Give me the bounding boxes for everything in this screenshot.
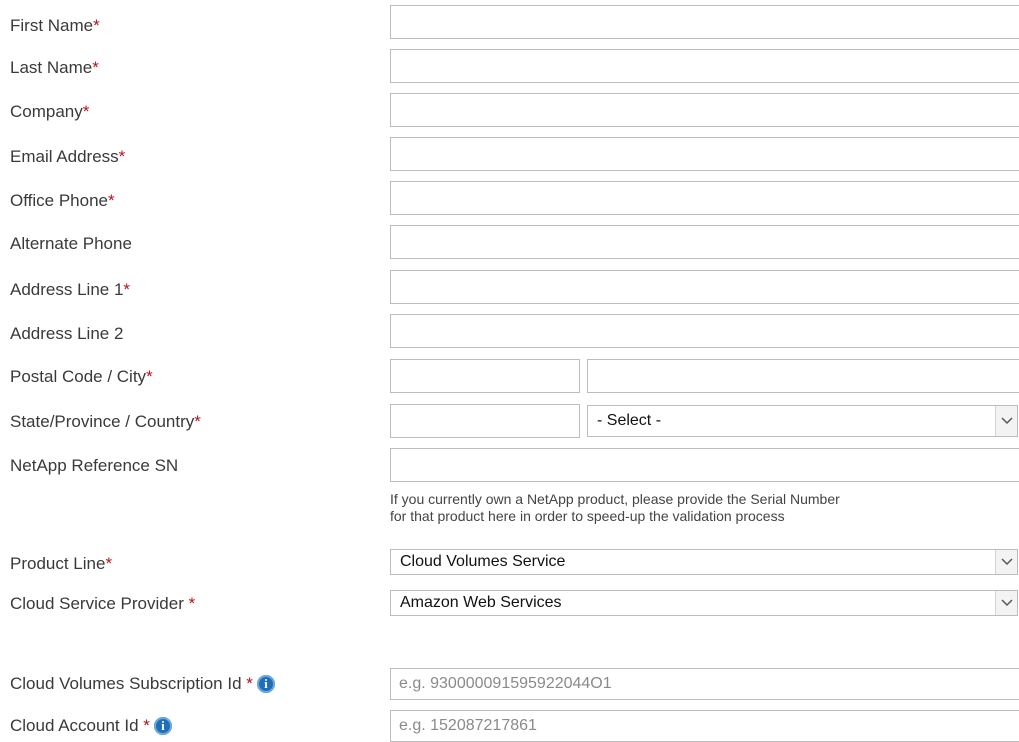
last-name-label: Last Name*: [10, 58, 99, 77]
address-line-1-input[interactable]: [390, 270, 1019, 304]
state-province-input[interactable]: [390, 404, 580, 438]
subscription-id-label: Cloud Volumes Subscription Id * i: [10, 674, 275, 694]
product-line-label: Product Line*: [10, 554, 113, 573]
country-select-value: - Select -: [597, 412, 662, 429]
cloud-provider-select-value: Amazon Web Services: [400, 594, 562, 611]
alternate-phone-label: Alternate Phone: [10, 234, 132, 253]
last-name-input[interactable]: [390, 49, 1019, 83]
subscription-id-input[interactable]: [390, 668, 1019, 700]
address-line-2-label: Address Line 2: [10, 324, 124, 343]
account-id-input[interactable]: [390, 710, 1019, 742]
office-phone-label: Office Phone*: [10, 191, 115, 210]
netapp-sn-label: NetApp Reference SN: [10, 456, 179, 475]
email-label: Email Address*: [10, 147, 126, 166]
company-input[interactable]: [390, 93, 1019, 127]
account-id-label: Cloud Account Id * i: [10, 716, 172, 736]
netapp-sn-help-line-1: If you currently own a NetApp product, p…: [390, 491, 840, 507]
city-input[interactable]: [587, 359, 1019, 393]
chevron-down-icon: [995, 591, 1017, 615]
info-icon[interactable]: i: [256, 675, 275, 693]
cloud-provider-select[interactable]: Amazon Web Services: [390, 590, 1018, 616]
netapp-sn-input[interactable]: [390, 448, 1019, 482]
postal-code-input[interactable]: [390, 359, 580, 393]
address-line-1-label: Address Line 1*: [10, 280, 131, 299]
cloud-provider-label: Cloud Service Provider *: [10, 594, 196, 613]
first-name-input[interactable]: [390, 5, 1019, 39]
address-line-2-input[interactable]: [390, 314, 1019, 348]
chevron-down-icon: [995, 550, 1017, 574]
netapp-sn-help-line-2: for that product here in order to speed-…: [390, 508, 785, 524]
office-phone-input[interactable]: [390, 181, 1019, 215]
chevron-down-icon: [995, 406, 1017, 436]
product-line-select-value: Cloud Volumes Service: [400, 553, 566, 570]
first-name-label: First Name*: [10, 16, 100, 35]
product-line-select[interactable]: Cloud Volumes Service: [390, 549, 1018, 575]
company-label: Company*: [10, 102, 90, 121]
info-icon[interactable]: i: [153, 717, 172, 735]
country-select[interactable]: - Select -: [587, 405, 1018, 437]
alternate-phone-input[interactable]: [390, 225, 1019, 259]
email-input[interactable]: [390, 137, 1019, 171]
postal-city-label: Postal Code / City*: [10, 367, 153, 386]
state-country-label: State/Province / Country*: [10, 412, 201, 431]
